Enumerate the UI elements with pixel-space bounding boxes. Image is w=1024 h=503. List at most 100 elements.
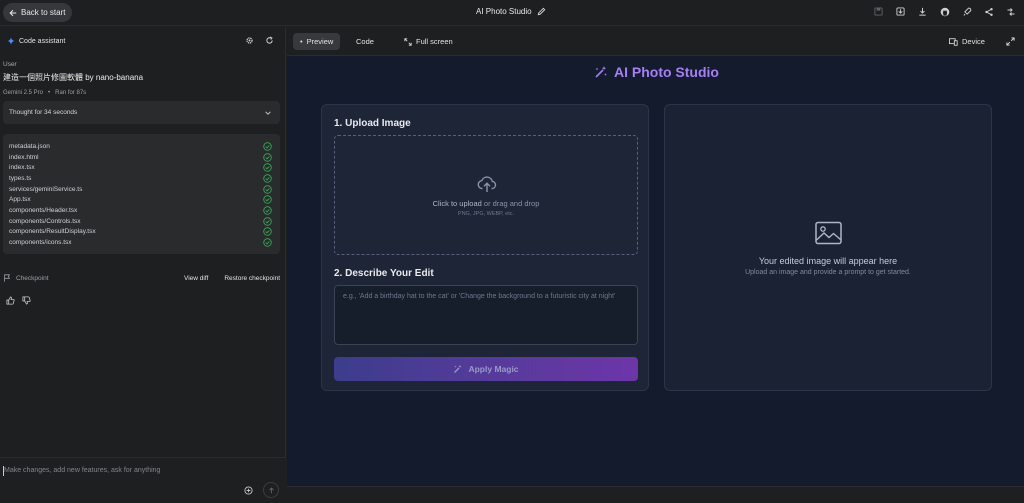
check-circle-icon bbox=[263, 174, 272, 183]
apply-magic-button[interactable]: Apply Magic bbox=[334, 357, 638, 381]
check-circle-icon bbox=[263, 238, 272, 247]
restore-checkpoint-button[interactable]: Restore checkpoint bbox=[224, 275, 280, 282]
device-icon bbox=[949, 37, 958, 46]
back-to-start-button[interactable]: Back to start bbox=[3, 3, 73, 22]
model-meta: Gemini 2.5 Pro • Ran for 87s bbox=[3, 90, 86, 96]
cloud-upload-icon bbox=[476, 173, 498, 195]
result-placeholder-subtitle: Upload an image and provide a prompt to … bbox=[745, 269, 911, 276]
chat-input-area[interactable]: Make changes, add new features, ask for … bbox=[0, 457, 286, 503]
describe-heading: 2. Describe Your Edit bbox=[334, 268, 434, 279]
api-key-icon[interactable] bbox=[1003, 4, 1018, 19]
feedback-buttons bbox=[6, 296, 31, 305]
generated-files-list: metadata.json index.html index.tsx types… bbox=[3, 134, 280, 254]
file-name: types.ts bbox=[9, 174, 32, 182]
arrow-up-icon bbox=[268, 486, 275, 494]
file-item[interactable]: types.ts bbox=[9, 173, 272, 184]
result-placeholder-title: Your edited image will appear here bbox=[758, 256, 898, 266]
device-label: Device bbox=[962, 37, 985, 46]
file-item[interactable]: index.html bbox=[9, 152, 272, 163]
code-assistant-panel: Code assistant User 建造一個照片修圖軟體 by nano-b… bbox=[0, 27, 286, 503]
thought-label: Thought for 34 seconds bbox=[9, 109, 78, 116]
edit-pencil-icon[interactable] bbox=[537, 7, 546, 16]
chat-input-placeholder: Make changes, add new features, ask for … bbox=[4, 467, 161, 474]
rocket-deploy-icon[interactable] bbox=[959, 4, 974, 19]
tab-code-label: Code bbox=[356, 37, 374, 46]
user-message: 建造一個照片修圖軟體 by nano-banana bbox=[3, 73, 144, 82]
app-title: AI Photo Studio bbox=[476, 7, 546, 16]
tab-full-screen[interactable]: Full screen bbox=[397, 33, 460, 50]
click-to-upload-link[interactable]: Click to upload bbox=[433, 199, 482, 208]
checkpoint-actions: View diff Restore checkpoint bbox=[184, 275, 280, 282]
file-item[interactable]: metadata.json bbox=[9, 141, 272, 152]
file-name: metadata.json bbox=[9, 142, 50, 150]
arrow-left-icon bbox=[9, 9, 17, 17]
image-placeholder-icon bbox=[815, 221, 842, 245]
file-item[interactable]: components/ResultDisplay.tsx bbox=[9, 227, 272, 238]
download-file-icon[interactable] bbox=[915, 4, 930, 19]
top-bar: Back to start AI Photo Studio bbox=[0, 0, 1024, 26]
editor-card: 1. Upload Image Click to upload or drag … bbox=[321, 104, 649, 391]
edit-prompt-textarea[interactable]: e.g., 'Add a birthday hat to the cat' or… bbox=[334, 285, 638, 345]
check-circle-icon bbox=[263, 163, 272, 172]
settings-gear-icon[interactable] bbox=[245, 36, 254, 45]
user-label: User bbox=[3, 61, 17, 68]
file-item[interactable]: components/icons.tsx bbox=[9, 237, 272, 248]
file-item[interactable]: services/geminiService.ts bbox=[9, 184, 272, 195]
upload-dropzone[interactable]: Click to upload or drag and drop PNG, JP… bbox=[334, 135, 638, 255]
github-icon[interactable] bbox=[937, 4, 952, 19]
file-name: components/Controls.tsx bbox=[9, 217, 81, 225]
send-button[interactable] bbox=[263, 482, 279, 498]
tab-full-screen-label: Full screen bbox=[416, 37, 453, 46]
wand-sparkle-icon bbox=[453, 364, 463, 374]
apply-magic-label: Apply Magic bbox=[468, 364, 519, 374]
check-circle-icon bbox=[263, 206, 272, 215]
assistant-header: Code assistant bbox=[7, 37, 65, 45]
download-icon[interactable] bbox=[893, 4, 908, 19]
upload-formats: PNG, JPG, WEBP, etc. bbox=[457, 211, 515, 217]
preview-panel: • Preview Code Full screen Device AI Pho… bbox=[287, 27, 1024, 503]
save-icon[interactable] bbox=[871, 4, 886, 19]
fullscreen-icon bbox=[404, 37, 412, 46]
check-circle-icon bbox=[263, 142, 272, 151]
thought-summary-toggle[interactable]: Thought for 34 seconds bbox=[3, 101, 280, 124]
file-item[interactable]: App.tsx bbox=[9, 194, 272, 205]
upload-instructions: Click to upload or drag and drop bbox=[335, 199, 637, 208]
active-dot: • bbox=[300, 37, 303, 46]
thumbs-down-icon[interactable] bbox=[22, 296, 31, 305]
file-name: components/ResultDisplay.tsx bbox=[9, 228, 96, 236]
meta-separator: • bbox=[48, 90, 51, 96]
check-circle-icon bbox=[263, 195, 272, 205]
add-attachment-icon[interactable] bbox=[244, 486, 253, 495]
preview-bottom-bar bbox=[287, 486, 1024, 503]
refresh-icon[interactable] bbox=[265, 36, 274, 45]
drag-drop-text: or drag and drop bbox=[481, 199, 540, 208]
magic-wand-icon bbox=[594, 65, 608, 79]
file-item[interactable]: components/Controls.tsx bbox=[9, 216, 272, 227]
tab-preview[interactable]: • Preview bbox=[293, 33, 341, 50]
checkpoint-row: Checkpoint View diff Restore checkpoint bbox=[3, 274, 280, 282]
checkpoint-label: Checkpoint bbox=[3, 274, 49, 282]
studio-title: AI Photo Studio bbox=[614, 64, 719, 80]
check-circle-icon bbox=[263, 152, 272, 162]
back-to-start-label: Back to start bbox=[21, 8, 66, 17]
device-button[interactable]: Device bbox=[949, 33, 985, 50]
upload-heading: 1. Upload Image bbox=[334, 118, 411, 129]
assistant-title: Code assistant bbox=[19, 37, 66, 45]
check-circle-icon bbox=[263, 184, 272, 194]
expand-panel-icon[interactable] bbox=[1006, 37, 1015, 46]
chevron-down-icon bbox=[264, 109, 272, 117]
view-diff-button[interactable]: View diff bbox=[184, 275, 208, 282]
model-name: Gemini 2.5 Pro bbox=[3, 90, 44, 96]
file-name: components/icons.tsx bbox=[9, 239, 72, 247]
top-actions bbox=[871, 4, 1018, 19]
file-name: App.tsx bbox=[9, 196, 31, 204]
file-item[interactable]: components/Header.tsx bbox=[9, 205, 272, 216]
thumbs-up-icon[interactable] bbox=[6, 296, 15, 305]
share-icon[interactable] bbox=[981, 4, 996, 19]
flag-icon bbox=[3, 274, 11, 282]
file-item[interactable]: index.tsx bbox=[9, 162, 272, 173]
studio-header: AI Photo Studio bbox=[594, 64, 719, 80]
file-name: services/geminiService.ts bbox=[9, 185, 83, 193]
tab-code[interactable]: Code bbox=[349, 33, 381, 50]
preview-tab-bar: • Preview Code Full screen Device bbox=[287, 27, 1024, 56]
